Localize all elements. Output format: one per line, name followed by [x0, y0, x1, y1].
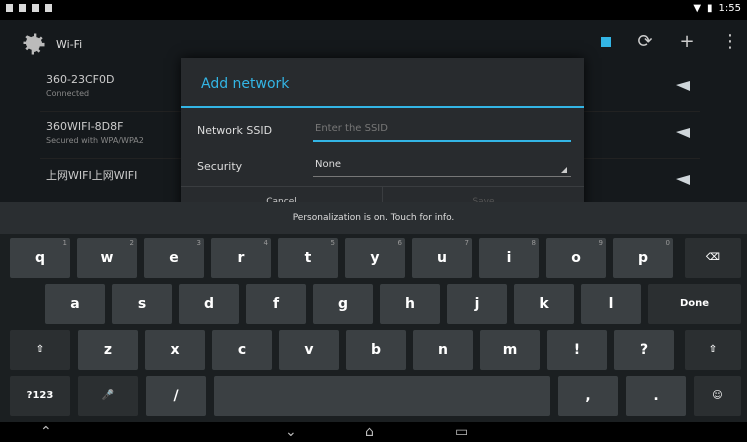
key-q[interactable]: q1	[10, 238, 70, 278]
status-bar: ▼ ▮ 1:55	[0, 0, 747, 20]
mic-icon[interactable]: 🎤	[78, 376, 138, 416]
key-alt-label: 3	[196, 239, 201, 247]
key-alt-label: 8	[531, 239, 536, 247]
home-nav-icon[interactable]: ⌂	[365, 424, 374, 440]
wifi-settings-screen: Wi-Fi ⟳ + ⋮ 360-23CF0D Connected 360WIFI…	[0, 20, 747, 217]
page-title: Wi-Fi	[56, 38, 83, 51]
symbols-key[interactable]: ?123	[10, 376, 70, 416]
keyboard-hint[interactable]: Personalization is on. Touch for info.	[0, 202, 747, 234]
network-name: 360-23CF0D	[46, 73, 115, 86]
signal-strength-icon	[676, 81, 690, 91]
recents-nav-icon[interactable]: ▭	[455, 424, 468, 440]
network-name: 上网WIFI上网WIFI	[46, 169, 138, 182]
key-n[interactable]: n	[413, 330, 473, 370]
key-slash[interactable]: /	[146, 376, 206, 416]
notification-icon	[45, 4, 52, 12]
shift-icon[interactable]: ⇧	[685, 330, 741, 370]
key-?[interactable]: ?	[614, 330, 674, 370]
key-g[interactable]: g	[313, 284, 373, 324]
key-t[interactable]: t5	[278, 238, 338, 278]
dialog-title-divider	[181, 106, 584, 108]
emoji-icon[interactable]: ☺	[694, 376, 741, 416]
key-e[interactable]: e3	[144, 238, 204, 278]
battery-icon: ▮	[707, 3, 713, 14]
add-icon[interactable]: +	[679, 33, 695, 51]
dialog-title: Add network	[201, 76, 290, 92]
security-dropdown[interactable]: None	[313, 156, 571, 177]
key-period[interactable]: .	[626, 376, 686, 416]
key-d[interactable]: d	[179, 284, 239, 324]
network-status: Secured with WPA/WPA2	[46, 136, 144, 145]
key-alt-label: 0	[665, 239, 670, 247]
key-z[interactable]: z	[78, 330, 138, 370]
refresh-icon[interactable]: ⟳	[637, 33, 653, 51]
dropdown-caret-icon	[561, 167, 567, 173]
key-j[interactable]: j	[447, 284, 507, 324]
navigation-bar: ⌃ ⌄ ⌂ ▭	[0, 422, 747, 442]
clock: 1:55	[718, 3, 741, 14]
key-h[interactable]: h	[380, 284, 440, 324]
done-button[interactable]: Done	[648, 284, 741, 324]
key-s[interactable]: s	[112, 284, 172, 324]
key-c[interactable]: c	[212, 330, 272, 370]
key-i[interactable]: i8	[479, 238, 539, 278]
key-o[interactable]: o9	[546, 238, 606, 278]
ssid-label: Network SSID	[197, 124, 273, 137]
key-w[interactable]: w2	[77, 238, 137, 278]
key-m[interactable]: m	[480, 330, 540, 370]
notification-icon	[32, 4, 39, 12]
shift-icon[interactable]: ⇧	[10, 330, 70, 370]
add-network-dialog: Add network Network SSID Enter the SSID …	[181, 58, 584, 217]
notification-icon	[6, 4, 13, 12]
key-v[interactable]: v	[279, 330, 339, 370]
key-x[interactable]: x	[145, 330, 205, 370]
hide-keyboard-icon[interactable]: ⌃	[40, 424, 52, 440]
key-y[interactable]: y6	[345, 238, 405, 278]
notification-icon	[19, 4, 26, 12]
key-b[interactable]: b	[346, 330, 406, 370]
key-f[interactable]: f	[246, 284, 306, 324]
back-nav-icon[interactable]: ⌄	[285, 424, 297, 440]
on-screen-keyboard: Personalization is on. Touch for info. q…	[0, 202, 747, 422]
system-status: ▼ ▮ 1:55	[693, 3, 741, 14]
key-![interactable]: !	[547, 330, 607, 370]
wps-icon[interactable]	[601, 37, 611, 47]
key-comma[interactable]: ,	[558, 376, 618, 416]
signal-strength-icon	[676, 175, 690, 185]
key-alt-label: 2	[129, 239, 134, 247]
key-p[interactable]: p0	[613, 238, 673, 278]
key-a[interactable]: a	[45, 284, 105, 324]
backspace-key[interactable]: ⌫	[685, 238, 741, 278]
key-alt-label: 5	[330, 239, 335, 247]
network-name: 360WIFI-8D8F	[46, 120, 124, 133]
key-alt-label: 4	[263, 239, 268, 247]
signal-strength-icon	[676, 128, 690, 138]
wifi-signal-icon: ▼	[693, 3, 702, 14]
key-l[interactable]: l	[581, 284, 641, 324]
space-key[interactable]	[214, 376, 550, 416]
key-alt-label: 9	[598, 239, 603, 247]
settings-gear-icon[interactable]	[20, 30, 48, 58]
overflow-menu-icon[interactable]: ⋮	[721, 33, 739, 51]
key-k[interactable]: k	[514, 284, 574, 324]
key-r[interactable]: r4	[211, 238, 271, 278]
notification-icons	[6, 4, 52, 12]
key-alt-label: 1	[62, 239, 67, 247]
key-alt-label: 7	[464, 239, 469, 247]
network-status: Connected	[46, 89, 90, 98]
key-alt-label: 6	[397, 239, 402, 247]
ssid-input[interactable]: Enter the SSID	[313, 120, 571, 142]
security-value: None	[315, 159, 342, 170]
key-u[interactable]: u7	[412, 238, 472, 278]
security-label: Security	[197, 160, 243, 173]
